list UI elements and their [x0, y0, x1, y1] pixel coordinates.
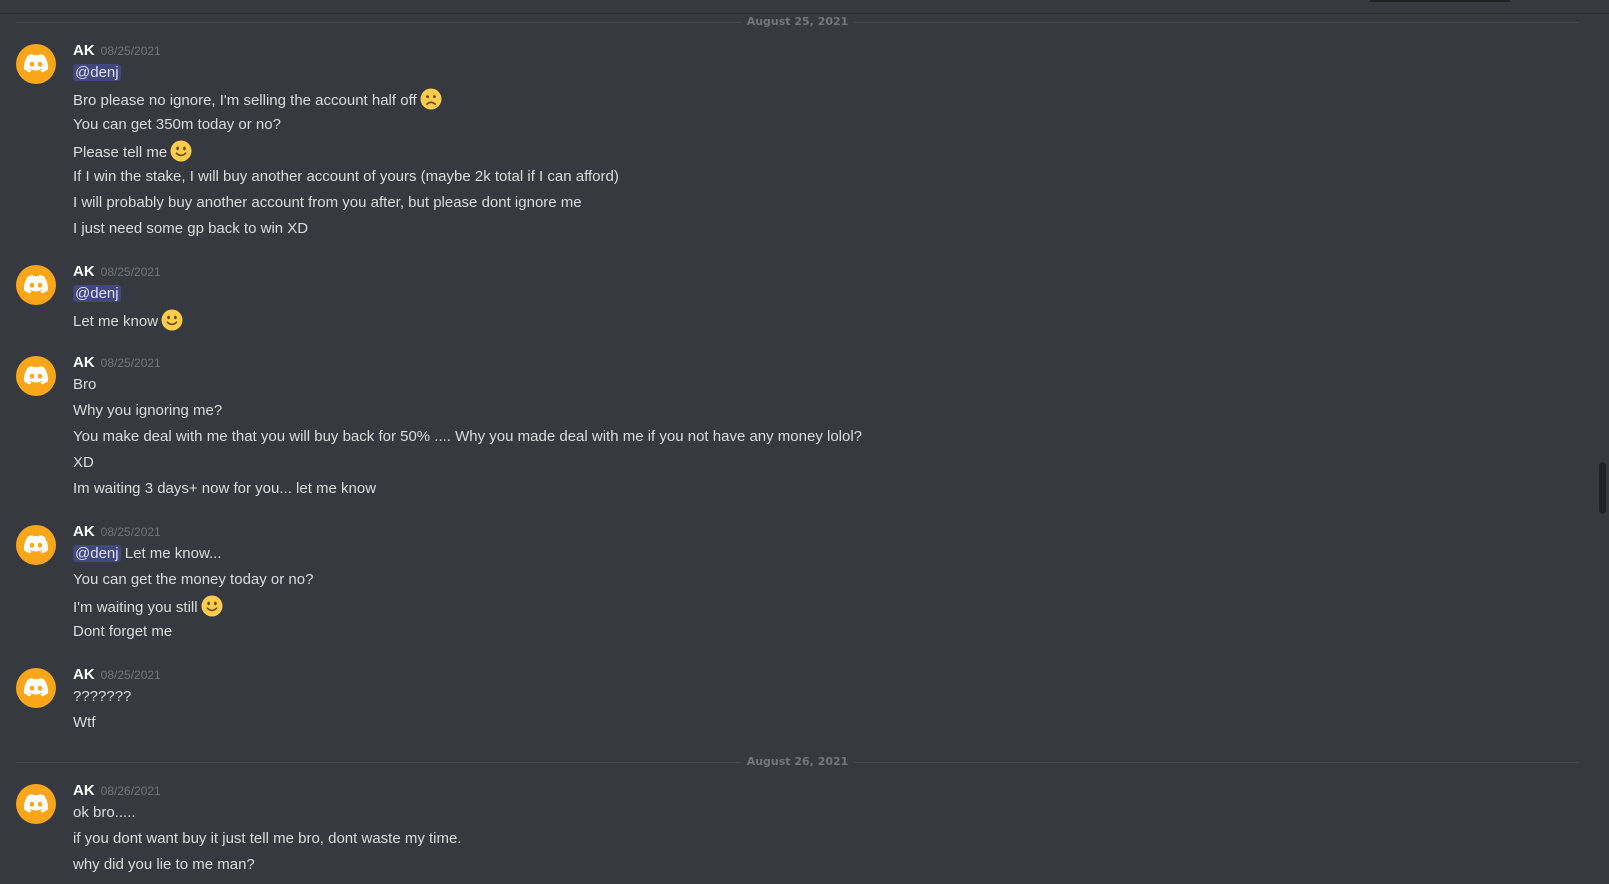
author-name[interactable]: AK [73, 263, 95, 280]
message-text: You can get 350m today or no? [73, 116, 281, 133]
message-text: why did you lie to me man? [73, 856, 255, 873]
user-mention[interactable]: @denj [73, 64, 121, 81]
message-line: Please tell me [73, 140, 192, 162]
message-line: Dont forget me [73, 621, 172, 643]
timestamp: 08/25/2021 [100, 356, 161, 370]
message-line: why did you lie to me man? [73, 854, 255, 876]
message-line: Bro [73, 374, 96, 396]
top-bar-tab[interactable] [1370, 0, 1510, 2]
message-header: AK 08/26/2021 [73, 780, 161, 802]
discord-logo-icon [24, 535, 48, 554]
date-divider: August 25, 2021 [16, 14, 1579, 30]
message-text: I'm waiting you still [73, 599, 198, 616]
author-name[interactable]: AK [73, 523, 95, 540]
message-text: ??????? [73, 688, 132, 705]
avatar[interactable] [16, 668, 56, 708]
message-line: Im waiting 3 days+ now for you... let me… [73, 478, 376, 500]
message-text: I just need some gp back to win XD [73, 220, 309, 237]
message-line: XD [73, 452, 94, 474]
avatar[interactable] [16, 44, 56, 84]
chat-window: August 25, 2021 AK 08/25/2021 @denj Bro p… [0, 0, 1609, 884]
message-header: AK 08/25/2021 [73, 261, 161, 283]
message-text: if you dont want buy it just tell me bro… [73, 830, 462, 847]
message-line: I just need some gp back to win XD [73, 218, 308, 240]
user-mention[interactable]: @denj [73, 545, 121, 562]
timestamp: 08/25/2021 [100, 525, 161, 539]
message-line: You make deal with me that you will buy … [73, 426, 862, 448]
message-text: You can get the money today or no? [73, 571, 314, 588]
scrollbar-track[interactable] [1598, 14, 1606, 884]
discord-logo-icon [24, 794, 48, 813]
message-text: You make deal with me that you will buy … [73, 428, 863, 445]
timestamp: 08/25/2021 [100, 265, 161, 279]
message-text: Dont forget me [73, 623, 173, 640]
message-header: AK 08/25/2021 [73, 352, 161, 374]
message-header: AK 08/25/2021 [73, 664, 161, 686]
message-line: ??????? [73, 686, 131, 708]
scrollbar-thumb[interactable] [1599, 462, 1606, 514]
message-text: Why you ignoring me? [73, 402, 223, 419]
message-line: You can get 350m today or no? [73, 114, 281, 136]
message-text: Please tell me [73, 144, 168, 161]
message-line: Wtf [73, 712, 96, 734]
timestamp: 08/25/2021 [100, 668, 161, 682]
message-line: ok bro..... [73, 802, 136, 824]
message-line: I'm waiting you still [73, 595, 223, 617]
frowning-face-emoji-icon [420, 88, 442, 110]
message-text: Im waiting 3 days+ now for you... let me… [73, 480, 377, 497]
message-line: I will probably buy another account from… [73, 192, 582, 214]
message-line: Bro please no ignore, I'm selling the ac… [73, 88, 442, 110]
message-text: Let me know [73, 313, 159, 330]
date-divider: August 26, 2021 [16, 754, 1579, 770]
date-divider-label: August 25, 2021 [740, 14, 855, 30]
avatar[interactable] [16, 525, 56, 565]
author-name[interactable]: AK [73, 42, 95, 59]
slightly-smiling-face-emoji-icon [201, 595, 223, 617]
message-text: XD [73, 454, 94, 471]
message-line: @denj Let me know... [73, 543, 221, 565]
message-line: if you dont want buy it just tell me bro… [73, 828, 462, 850]
timestamp: 08/26/2021 [100, 784, 161, 798]
message-line: You can get the money today or no? [73, 569, 313, 591]
message-line: If I win the stake, I will buy another a… [73, 166, 619, 188]
discord-logo-icon [24, 678, 48, 697]
author-name[interactable]: AK [73, 666, 95, 683]
message-line: @denj [73, 62, 121, 84]
message-text: ok bro..... [73, 804, 136, 821]
avatar[interactable] [16, 356, 56, 396]
message-text: Bro [73, 376, 97, 393]
top-bar [0, 0, 1609, 14]
message-text: Bro please no ignore, I'm selling the ac… [73, 92, 417, 109]
message-header: AK 08/25/2021 [73, 521, 161, 543]
user-mention[interactable]: @denj [73, 285, 121, 302]
avatar[interactable] [16, 265, 56, 305]
timestamp: 08/25/2021 [100, 44, 161, 58]
discord-logo-icon [24, 366, 48, 385]
message-text: Let me know... [124, 545, 222, 562]
discord-logo-icon [24, 54, 48, 73]
message-line: Why you ignoring me? [73, 400, 222, 422]
message-text: Wtf [73, 714, 96, 731]
message-line: @denj [73, 283, 121, 305]
slightly-smiling-face-emoji-icon [161, 309, 183, 331]
message-text: I will probably buy another account from… [73, 194, 582, 211]
author-name[interactable]: AK [73, 354, 95, 371]
avatar[interactable] [16, 784, 56, 824]
author-name[interactable]: AK [73, 782, 95, 799]
message-header: AK 08/25/2021 [73, 40, 161, 62]
slightly-smiling-face-emoji-icon [170, 140, 192, 162]
message-text: If I win the stake, I will buy another a… [73, 168, 619, 185]
date-divider-label: August 26, 2021 [740, 754, 855, 770]
discord-logo-icon [24, 275, 48, 294]
message-line: Let me know [73, 309, 183, 331]
